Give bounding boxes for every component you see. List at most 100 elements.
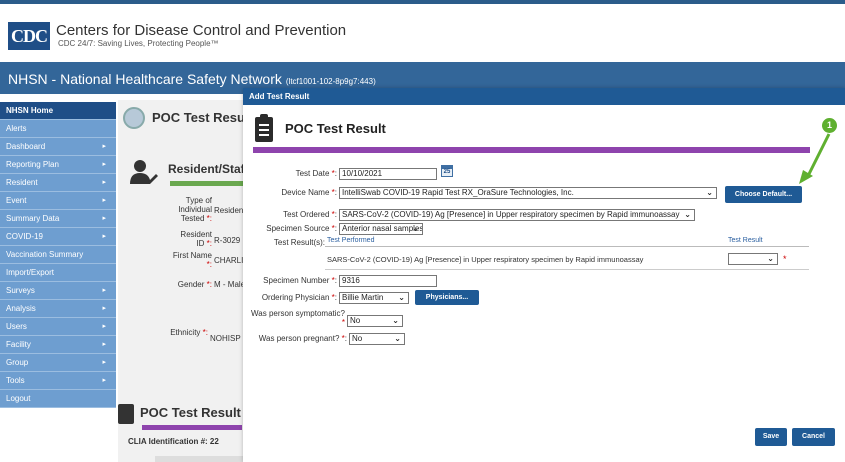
- first-name-label: First Name *:: [172, 251, 212, 269]
- cdc-name: Centers for Disease Control and Preventi…: [56, 22, 347, 39]
- sidebar-item-group[interactable]: Group ▸: [0, 354, 116, 372]
- choose-default-button[interactable]: Choose Default...: [725, 186, 802, 203]
- title-rule: [253, 147, 810, 153]
- test-ordered-select[interactable]: SARS-CoV-2 (COVID-19) Ag [Presence] in U…: [339, 209, 695, 221]
- sidebar-item-label: Analysis: [6, 304, 36, 313]
- ethnicity-label: Ethnicity *:: [170, 328, 208, 337]
- test-date-label-text: Test Date: [295, 169, 330, 178]
- sidebar-item-label: Reporting Plan: [6, 160, 59, 169]
- sidebar-item-dashboard[interactable]: Dashboard ▸: [0, 138, 116, 156]
- test-date-label: Test Date *:: [295, 169, 337, 178]
- pregnant-label-text: Was person pregnant?: [258, 334, 340, 343]
- specimen-source-label-text: Specimen Source: [266, 224, 330, 233]
- sidebar-item-label: Logout: [6, 394, 31, 403]
- chevron-right-icon: ▸: [102, 179, 106, 186]
- test-date-field[interactable]: 10/10/2021: [339, 168, 437, 180]
- sidebar-item-vaccination-summary[interactable]: Vaccination Summary: [0, 246, 116, 264]
- type-of-individual-value: Resident: [214, 206, 246, 215]
- clipboard-list-icon: [118, 404, 134, 424]
- sidebar-item-label: Group: [6, 358, 29, 367]
- gender-value: M - Male: [214, 280, 246, 289]
- resident-id-value: R-3029: [214, 236, 241, 245]
- test-results-label: Test Result(s):: [273, 238, 325, 247]
- sidebar-item-surveys[interactable]: Surveys ▸: [0, 282, 116, 300]
- sidebar-item-label: Dashboard: [6, 142, 46, 151]
- chevron-down-icon: ⌄: [706, 188, 713, 197]
- section2-rule: [142, 425, 242, 430]
- sidebar-item-users[interactable]: Users ▸: [0, 318, 116, 336]
- sidebar-item-analysis[interactable]: Analysis ▸: [0, 300, 116, 318]
- nhsn-host: (ltcf1001-102-8p9g7:443): [285, 77, 376, 86]
- physicians-button[interactable]: Physicians...: [415, 290, 479, 305]
- chevron-down-icon: ⌄: [767, 254, 774, 263]
- sidebar-item-label: Import/Export: [6, 268, 55, 277]
- person-edit-icon: [130, 160, 158, 184]
- test-results-table-header: Test Performed Test Result: [325, 236, 809, 247]
- specimen-source-label: Specimen Source *:: [266, 224, 337, 233]
- symptomatic-select[interactable]: No ⌄: [347, 315, 403, 327]
- sidebar-item-summary-data[interactable]: Summary Data ▸: [0, 210, 116, 228]
- col-test-result: Test Result: [728, 237, 763, 244]
- sidebar-item-label: Tools: [6, 376, 25, 385]
- symptomatic-label: Was person symptomatic? *: [251, 309, 345, 327]
- cdc-tagline: CDC 24/7: Saving Lives, Protecting Peopl…: [58, 39, 219, 48]
- chevron-down-icon: ⌄: [412, 224, 419, 233]
- ordering-physician-select[interactable]: Billie Martin ⌄: [339, 292, 409, 304]
- specimen-number-label: Specimen Number *:: [263, 276, 337, 285]
- sidebar-item-label: Alerts: [6, 124, 27, 133]
- chevron-down-icon: ⌄: [684, 210, 691, 219]
- device-name-value: IntelliSwab COVID-19 Rapid Test RX_OraSu…: [342, 188, 574, 197]
- dialog-header: Add Test Result: [249, 92, 310, 101]
- sidebar-item-import-export[interactable]: Import/Export: [0, 264, 116, 282]
- pregnant-select[interactable]: No ⌄: [349, 333, 405, 345]
- symptomatic-label-text: Was person symptomatic?: [251, 309, 345, 318]
- test-ordered-label-text: Test Ordered: [283, 210, 330, 219]
- chevron-right-icon: ▸: [102, 161, 106, 168]
- save-button[interactable]: Save: [755, 428, 787, 446]
- sidebar-item-facility[interactable]: Facility ▸: [0, 336, 116, 354]
- first-name-value: CHARLI: [214, 256, 244, 265]
- test-ordered-label: Test Ordered *:: [283, 210, 337, 219]
- sidebar-item-label: COVID-19: [6, 232, 43, 241]
- test-result-select[interactable]: ⌄: [728, 253, 778, 265]
- device-name-label-text: Device Name: [281, 188, 330, 197]
- sidebar-item-label: Summary Data: [6, 214, 60, 223]
- specimen-source-value: Anterior nasal samples: [342, 224, 423, 233]
- dialog-titlebar: Add Test Result: [243, 88, 845, 105]
- chevron-right-icon: ▸: [102, 305, 106, 312]
- chevron-right-icon: ▸: [102, 377, 106, 384]
- sidebar-item-label: Vaccination Summary: [6, 250, 84, 259]
- specimen-source-select[interactable]: Anterior nasal samples ⌄: [339, 223, 423, 235]
- test-ordered-value: SARS-CoV-2 (COVID-19) Ag [Presence] in U…: [342, 210, 680, 219]
- chevron-right-icon: ▸: [102, 143, 106, 150]
- sidebar-item-covid-19[interactable]: COVID-19 ▸: [0, 228, 116, 246]
- sidebar-item-resident[interactable]: Resident ▸: [0, 174, 116, 192]
- ethnicity-value: NOHISP: [210, 334, 241, 343]
- background-section2-title: POC Test Result: [140, 405, 241, 420]
- device-name-select[interactable]: IntelliSwab COVID-19 Rapid Test RX_OraSu…: [339, 187, 717, 199]
- specimen-number-label-text: Specimen Number: [263, 276, 330, 285]
- sidebar-item-tools[interactable]: Tools ▸: [0, 372, 116, 390]
- symptomatic-value: No: [350, 316, 361, 325]
- calendar-icon[interactable]: 25: [441, 165, 453, 177]
- pregnant-label: Was person pregnant? *:: [258, 334, 347, 343]
- first-name-label-text: First Name: [172, 251, 212, 260]
- cdc-logo[interactable]: CDC: [8, 22, 50, 50]
- sidebar-item-logout[interactable]: Logout: [0, 390, 116, 408]
- table-row: SARS-CoV-2 (COVID-19) Ag [Presence] in U…: [325, 248, 809, 270]
- cancel-button[interactable]: Cancel: [792, 428, 835, 446]
- chevron-down-icon: ⌄: [394, 334, 401, 343]
- gender-label: Gender *:: [177, 280, 212, 289]
- sidebar-item-reporting-plan[interactable]: Reporting Plan ▸: [0, 156, 116, 174]
- sidebar-item-alerts[interactable]: Alerts: [0, 120, 116, 138]
- sidebar-item-label: Surveys: [6, 286, 35, 295]
- sidebar-item-label: Resident: [6, 178, 38, 187]
- sidebar-item-event[interactable]: Event ▸: [0, 192, 116, 210]
- specimen-number-field[interactable]: 9316: [339, 275, 437, 287]
- clia-identification: CLIA Identification #: 22: [128, 437, 219, 446]
- type-of-individual-label: Type of Individual Tested *:: [178, 196, 212, 223]
- sidebar-item-label: NHSN Home: [6, 106, 54, 115]
- sidebar-item-nhsn-home[interactable]: NHSN Home: [0, 102, 116, 120]
- resident-staff-section-title: Resident/Staf: [168, 162, 245, 176]
- required-marker: *: [783, 254, 787, 264]
